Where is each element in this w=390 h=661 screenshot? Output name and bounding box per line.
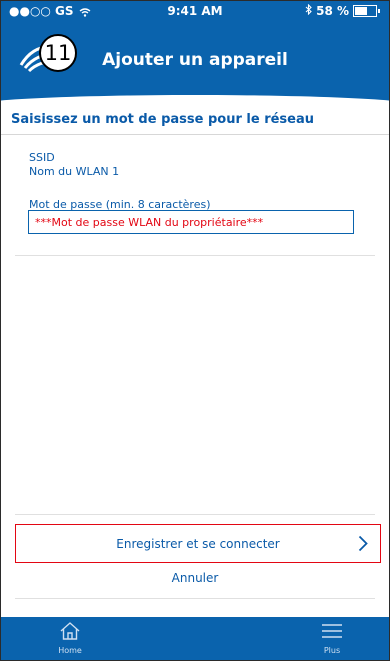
divider (15, 255, 375, 256)
tab-more[interactable]: Plus (317, 621, 347, 655)
app-frame: ●●○○ GS 9:41 AM 58 % 11 Ajouter un appar… (0, 0, 390, 661)
bluetooth-icon (305, 3, 312, 18)
save-and-connect-button[interactable]: Enregistrer et se connecter (15, 524, 381, 563)
tab-home-label: Home (58, 646, 82, 655)
divider (15, 598, 375, 599)
app-header: ●●○○ GS 9:41 AM 58 % 11 Ajouter un appar… (1, 1, 389, 103)
chevron-right-icon (358, 535, 368, 555)
page-title: Ajouter un appareil (102, 50, 288, 70)
status-bar: ●●○○ GS 9:41 AM 58 % (1, 1, 389, 21)
tab-bar: Home Plus (1, 617, 389, 660)
status-right: 58 % (305, 3, 380, 18)
tab-more-label: Plus (323, 646, 341, 655)
home-icon (59, 622, 81, 645)
cancel-button[interactable]: Annuler (1, 571, 389, 585)
ssid-label: SSID (29, 151, 55, 164)
divider (15, 514, 375, 515)
tab-home[interactable]: Home (48, 621, 92, 655)
password-input[interactable]: ***Mot de passe WLAN du propriétaire*** (28, 210, 354, 234)
save-and-connect-label: Enregistrer et se connecter (116, 536, 280, 551)
battery-percent: 58 % (316, 4, 349, 18)
section-title: Saisissez un mot de passe pour le réseau (11, 112, 315, 127)
ssid-value: Nom du WLAN 1 (29, 165, 120, 178)
divider (1, 134, 389, 135)
battery-icon (353, 5, 380, 17)
menu-icon (321, 624, 343, 645)
